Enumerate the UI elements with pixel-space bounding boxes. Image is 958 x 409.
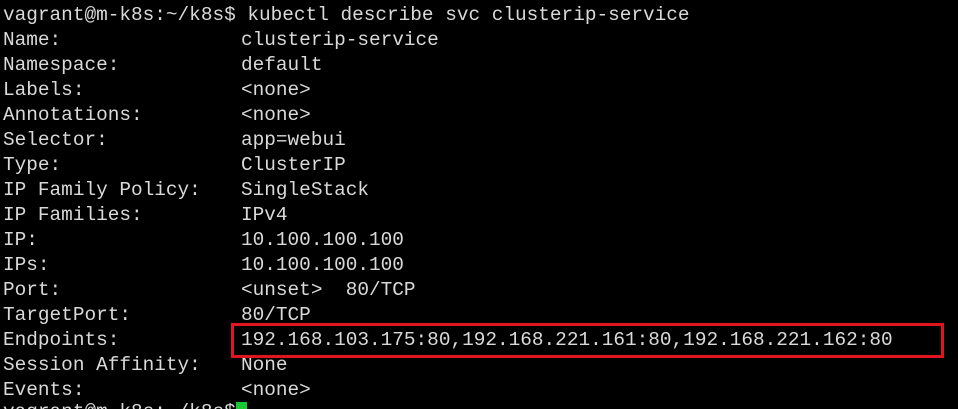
next-prompt-line: vagrant@m-k8s:~/k8s$ <box>3 400 247 409</box>
field-key: TargetPort: <box>3 304 131 326</box>
cursor-block-icon <box>235 402 247 409</box>
field-key: Session Affinity: <box>3 354 201 376</box>
field-value: default <box>241 54 323 76</box>
field-value: <none> <box>241 104 311 126</box>
field-value: app=webui <box>241 129 346 151</box>
field-row-ip: IP: 10.100.100.100 <box>3 228 404 253</box>
field-row-namespace: Namespace: default <box>3 53 322 78</box>
field-value: <none> <box>241 379 311 401</box>
field-value: ClusterIP <box>241 154 346 176</box>
field-row-port: Port: <unset> 80/TCP <box>3 278 416 303</box>
field-key: Labels: <box>3 79 85 101</box>
field-row-selector: Selector: app=webui <box>3 128 346 153</box>
field-row-type: Type: ClusterIP <box>3 153 346 178</box>
endpoints-highlight-box <box>231 323 944 358</box>
field-row-ip-family-policy: IP Family Policy: SingleStack <box>3 178 369 203</box>
field-key: Endpoints: <box>3 329 120 351</box>
field-key: Port: <box>3 279 62 301</box>
field-row-labels: Labels: <none> <box>3 78 311 103</box>
field-key: IP Family Policy: <box>3 179 201 201</box>
command-line: vagrant@m-k8s:~/k8s$ kubectl describe sv… <box>3 3 690 28</box>
prompt: vagrant@m-k8s:~/k8s$ <box>3 4 236 26</box>
field-value: IPv4 <box>241 204 288 226</box>
field-value: 10.100.100.100 <box>241 229 404 251</box>
field-key: IPs: <box>3 254 50 276</box>
command-text: kubectl describe svc clusterip-service <box>247 4 690 26</box>
field-value: SingleStack <box>241 179 369 201</box>
terminal-window[interactable]: vagrant@m-k8s:~/k8s$ kubectl describe sv… <box>0 0 958 409</box>
field-row-ips: IPs: 10.100.100.100 <box>3 253 404 278</box>
field-value: <unset> 80/TCP <box>241 279 416 301</box>
field-value: clusterip-service <box>241 29 439 51</box>
field-value: 10.100.100.100 <box>241 254 404 276</box>
field-row-name: Name: clusterip-service <box>3 28 439 53</box>
field-key: Namespace: <box>3 54 120 76</box>
field-key: Name: <box>3 29 62 51</box>
field-key: IP: <box>3 229 38 251</box>
field-key: Type: <box>3 154 62 176</box>
field-value: <none> <box>241 79 311 101</box>
next-prompt: vagrant@m-k8s:~/k8s$ <box>3 401 236 409</box>
field-key: IP Families: <box>3 204 143 226</box>
field-key: Annotations: <box>3 104 143 126</box>
field-row-ip-families: IP Families: IPv4 <box>3 203 288 228</box>
field-row-annotations: Annotations: <none> <box>3 103 311 128</box>
field-key: Selector: <box>3 129 108 151</box>
